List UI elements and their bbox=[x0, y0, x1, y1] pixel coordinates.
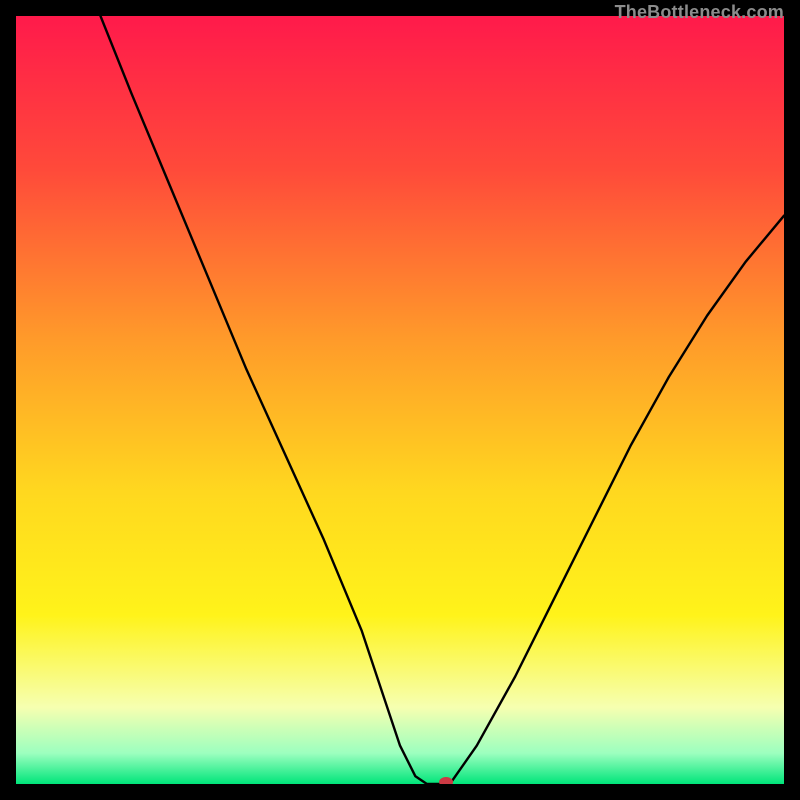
bottleneck-chart bbox=[16, 16, 784, 784]
chart-frame: TheBottleneck.com bbox=[16, 16, 784, 784]
watermark-text: TheBottleneck.com bbox=[615, 2, 784, 23]
gradient-background bbox=[16, 16, 784, 784]
